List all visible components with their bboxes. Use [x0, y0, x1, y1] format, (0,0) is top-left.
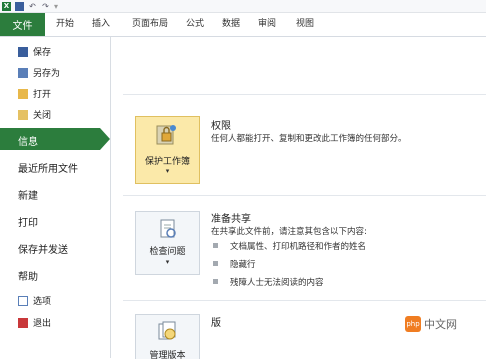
bullet [213, 261, 218, 266]
undo-icon[interactable]: ↶ [28, 2, 37, 11]
divider [123, 94, 486, 95]
options-icon [18, 295, 28, 306]
permissions-title: 权限 [211, 121, 231, 132]
menu-info-selected-bg [0, 128, 100, 150]
divider [123, 195, 486, 196]
menu-save[interactable]: 保存 [18, 45, 51, 58]
inspect-document-icon [160, 219, 176, 238]
permissions-desc: 任何人都能打开、复制和更改此工作簿的任何部分。 [211, 134, 407, 144]
exit-icon [18, 317, 28, 328]
menu-info[interactable]: 信息 [18, 133, 38, 148]
php-logo-icon: php [405, 316, 421, 332]
menu-new[interactable]: 新建 [18, 187, 38, 202]
manage-versions-button[interactable]: 管理版本 [135, 314, 200, 361]
lock-icon [156, 125, 176, 145]
menu-print[interactable]: 打印 [18, 214, 38, 229]
tab-formulas[interactable]: 公式 [186, 13, 204, 36]
tab-view[interactable]: 视图 [296, 13, 314, 36]
versions-icon [158, 321, 176, 340]
menu-selected-arrow [100, 128, 110, 150]
save-icon [18, 46, 28, 57]
bullet [213, 279, 218, 284]
menu-options[interactable]: 选项 [18, 294, 51, 307]
customize-toolbar-icon[interactable]: ▾ [54, 2, 63, 11]
menu-help[interactable]: 帮助 [18, 268, 38, 283]
menu-save-send[interactable]: 保存并发送 [18, 241, 68, 256]
versions-title: 版 [211, 318, 221, 329]
tab-page-layout[interactable]: 页面布局 [132, 13, 168, 36]
divider [123, 300, 486, 301]
tab-insert[interactable]: 插入 [92, 13, 110, 36]
dropdown-arrow-icon: ▾ [165, 167, 170, 175]
prepare-desc: 在共享此文件前，请注意其包含以下内容: [211, 227, 367, 237]
menu-open[interactable]: 打开 [18, 87, 51, 100]
check-issues-button[interactable]: 检查问题 ▾ [135, 211, 200, 275]
save-as-icon [18, 67, 28, 78]
prepare-bullet: 隐藏行 [230, 260, 256, 270]
folder-open-icon [18, 88, 28, 99]
menu-recent[interactable]: 最近所用文件 [18, 160, 78, 175]
backstage-menu [0, 37, 111, 358]
save-icon[interactable] [15, 1, 24, 11]
bullet [213, 243, 218, 248]
menu-close[interactable]: 关闭 [18, 108, 51, 121]
protect-workbook-button[interactable]: 保护工作簿 ▾ [135, 116, 200, 184]
tab-home[interactable]: 开始 [56, 13, 74, 36]
excel-logo-icon: X [2, 1, 11, 11]
menu-save-as[interactable]: 另存为 [18, 66, 60, 79]
prepare-bullet: 文档属性、打印机路径和作者的姓名 [230, 242, 367, 252]
prepare-title: 准备共享 [211, 214, 251, 225]
dropdown-arrow-icon: ▾ [165, 258, 170, 266]
prepare-bullet: 残障人士无法阅读的内容 [230, 278, 324, 288]
quick-access-toolbar: X ↶ ↷ ▾ [0, 0, 486, 13]
tab-file[interactable]: 文件 [0, 13, 45, 36]
folder-close-icon [18, 109, 28, 120]
tab-review[interactable]: 审阅 [258, 13, 276, 36]
tab-data[interactable]: 数据 [222, 13, 240, 36]
watermark-text: 中文网 [424, 318, 457, 331]
redo-icon[interactable]: ↷ [41, 2, 50, 11]
menu-exit[interactable]: 退出 [18, 316, 51, 329]
